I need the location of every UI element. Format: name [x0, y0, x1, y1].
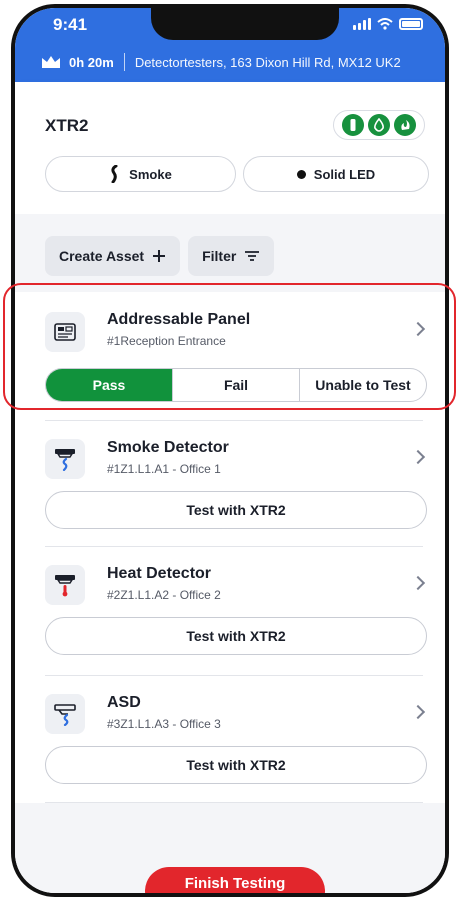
session-banner: 0h 20m Detectortesters, 163 Dixon Hill R…: [15, 42, 445, 82]
asset-name: ASD: [107, 694, 141, 711]
asset-name: Heat Detector: [107, 565, 212, 582]
session-location: Detectortesters, 163 Dixon Hill Rd, MX12…: [134, 54, 401, 70]
filter-icon: [245, 251, 260, 261]
asset-row-smoke-detector: Smoke Detector #1Z1.L1.A1 - Office 1 Tes…: [15, 421, 445, 547]
signal-icon: [353, 18, 371, 30]
asset-subtitle: #3Z1.L1.A3 - Office 3: [107, 717, 221, 731]
heat-icon: [394, 114, 416, 136]
test-with-xtr2-button[interactable]: Test with XTR2: [45, 746, 427, 784]
device-name: XTR2: [45, 116, 89, 135]
chevron-right-icon[interactable]: [410, 704, 426, 720]
device-status-indicators[interactable]: [333, 110, 425, 140]
smoke-icon: [111, 165, 118, 183]
mode-chip-label: Smoke: [129, 166, 172, 182]
battery-status-icon: [342, 114, 364, 136]
phone-frame: 9:41 0h 20m Detectortesters, 163 Dixon H…: [11, 4, 449, 897]
asset-subtitle: #1Z1.L1.A1 - Office 1: [107, 462, 221, 476]
filter-label: Filter: [202, 248, 237, 264]
status-icons: [353, 18, 423, 30]
test-with-xtr2-button[interactable]: Test with XTR2: [45, 617, 427, 655]
smoke-drop-icon: [368, 114, 390, 136]
session-duration: 0h 20m: [69, 54, 114, 70]
asset-name: Smoke Detector: [107, 439, 229, 456]
create-asset-label: Create Asset: [59, 248, 145, 264]
asset-row-asd: ASD #3Z1.L1.A3 - Office 3 Test with XTR2: [15, 676, 445, 803]
row-divider: [45, 802, 423, 803]
status-bar: 9:41: [15, 8, 445, 42]
notch: [151, 8, 339, 40]
status-time: 9:41: [53, 15, 88, 34]
mode-chip-smoke[interactable]: Smoke: [45, 156, 236, 192]
filter-button[interactable]: Filter: [188, 236, 275, 276]
crown-icon: [42, 56, 60, 68]
wifi-icon: [377, 18, 393, 30]
finish-testing-button[interactable]: Finish Testing: [145, 867, 325, 893]
asset-row-heat-detector: Heat Detector #2Z1.L1.A2 - Office 2 Test…: [15, 547, 445, 676]
chevron-right-icon[interactable]: [410, 575, 426, 591]
create-asset-button[interactable]: Create Asset: [45, 236, 181, 276]
smoke-detector-icon: [45, 439, 85, 479]
highlight-outline: [3, 283, 456, 410]
heat-detector-icon: [45, 565, 85, 605]
action-row: Create Asset Filter: [45, 236, 275, 276]
chevron-right-icon[interactable]: [410, 449, 426, 465]
led-dot-icon: [296, 169, 306, 179]
plus-icon: [153, 250, 166, 262]
battery-icon: [399, 18, 423, 30]
banner-divider: [123, 53, 125, 71]
asd-icon: [45, 694, 85, 734]
asset-subtitle: #2Z1.L1.A2 - Office 2: [107, 588, 221, 602]
test-with-xtr2-button[interactable]: Test with XTR2: [45, 491, 427, 529]
device-card: XTR2 Smoke Solid LED: [15, 82, 445, 214]
led-chip[interactable]: Solid LED: [243, 156, 429, 192]
led-chip-label: Solid LED: [313, 166, 376, 182]
